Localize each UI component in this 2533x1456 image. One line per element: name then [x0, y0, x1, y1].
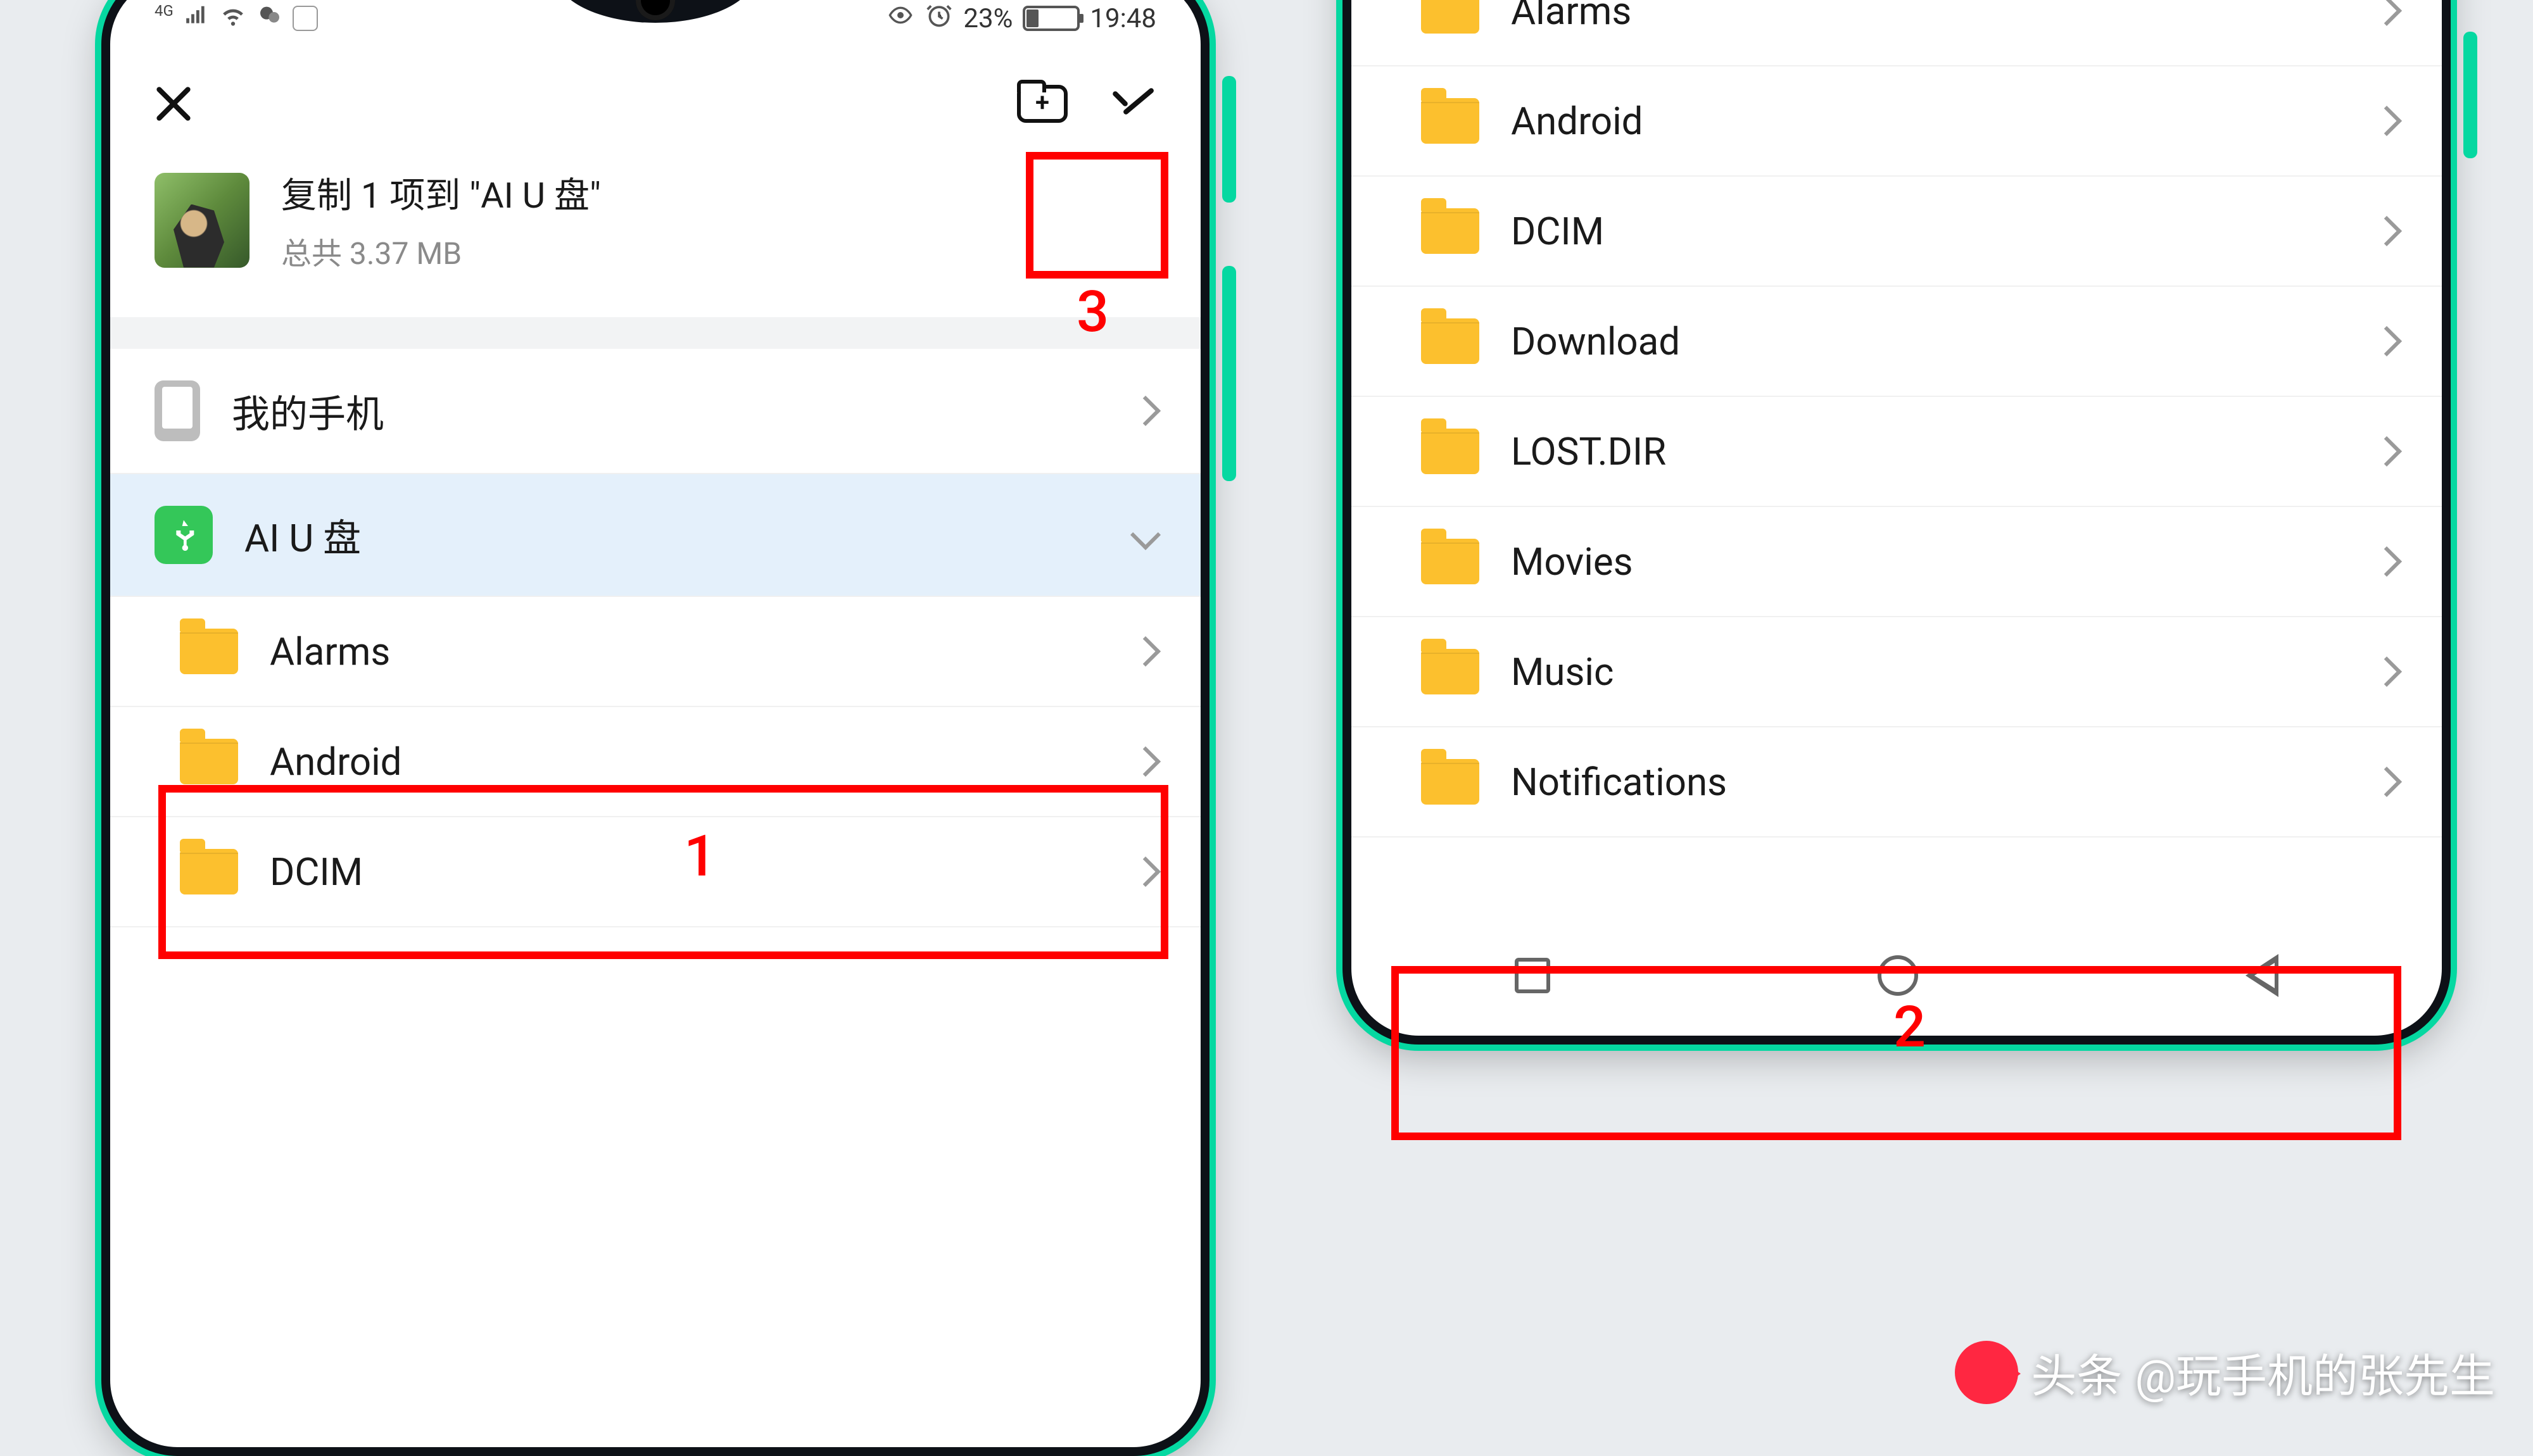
folder-label: Android	[270, 739, 402, 784]
folder-row-alarms[interactable]: Alarms	[110, 597, 1201, 707]
folder-row-movies[interactable]: Movies	[1351, 507, 2442, 617]
folder-label: LOST.DIR	[1511, 429, 1666, 474]
watermark-handle: @玩手机的张先生	[2135, 1339, 2495, 1405]
folder-icon	[1421, 318, 1479, 364]
phone-left-frame: 4G 23% 19:48	[101, 0, 1210, 1456]
folder-label: Alarms	[1511, 0, 1631, 34]
folder-label: Movies	[1511, 539, 1633, 584]
nav-home-button[interactable]	[1878, 955, 1918, 996]
folder-label: DCIM	[1511, 209, 1604, 254]
folder-icon	[1421, 649, 1479, 694]
folder-row-android[interactable]: Android	[110, 707, 1201, 817]
storage-ai-usb[interactable]: AI U 盘	[110, 474, 1201, 597]
chevron-right-icon	[2372, 326, 2402, 356]
chevron-right-icon	[2372, 436, 2402, 467]
app-indicator-icon	[293, 6, 318, 31]
new-folder-button[interactable]	[1017, 85, 1068, 123]
folder-label: DCIM	[270, 850, 363, 894]
nav-back-button[interactable]	[2246, 954, 2278, 997]
chevron-right-icon	[1130, 746, 1161, 777]
folder-icon	[180, 739, 238, 784]
folder-icon	[180, 849, 238, 894]
clock-time: 19:48	[1090, 3, 1156, 34]
folder-label: Notifications	[1511, 760, 1727, 805]
folder-icon	[1421, 759, 1479, 805]
eye-icon	[886, 3, 915, 35]
copy-subtitle: 总共 3.37 MB	[281, 229, 601, 273]
folder-label: Android	[1511, 99, 1643, 144]
folder-row-notifications[interactable]: Notifications	[1351, 727, 2442, 838]
storage-label: AI U 盘	[244, 508, 361, 563]
folder-icon	[1421, 208, 1479, 254]
nav-recent-button[interactable]	[1515, 958, 1550, 993]
copy-title: 复制 1 项到 "AI U 盘"	[281, 167, 601, 218]
alarm-icon	[925, 1, 953, 36]
chevron-right-icon	[2372, 0, 2402, 26]
folder-label: Music	[1511, 650, 1614, 694]
copy-summary: 复制 1 项到 "AI U 盘" 总共 3.37 MB	[110, 154, 1201, 317]
chevron-right-icon	[2372, 106, 2402, 136]
android-nav-bar	[1351, 934, 2442, 1017]
chevron-right-icon	[1130, 857, 1161, 887]
folder-row-dcim[interactable]: DCIM	[110, 817, 1201, 927]
storage-my-phone[interactable]: 我的手机	[110, 349, 1201, 474]
folder-row-lostdir[interactable]: LOST.DIR	[1351, 397, 2442, 507]
phone-right-frame: Alarms Android DCIM Download LOST.DIR Mo	[1342, 0, 2451, 1045]
network-indicator: 4G	[155, 2, 174, 20]
folder-icon	[1421, 98, 1479, 144]
close-button[interactable]	[155, 85, 193, 123]
file-toolbar	[110, 47, 1201, 154]
copy-item-thumbnail	[155, 173, 250, 268]
chevron-right-icon	[1130, 396, 1161, 426]
battery-icon	[1023, 6, 1080, 31]
folder-label: Alarms	[270, 629, 390, 674]
phone-storage-icon	[155, 380, 200, 441]
section-divider	[110, 317, 1201, 349]
confirm-button[interactable]	[1106, 85, 1156, 123]
chevron-down-icon	[1130, 520, 1161, 550]
phone-side-button	[1222, 76, 1236, 203]
phone-side-button	[2463, 32, 2477, 158]
folder-icon	[1421, 429, 1479, 474]
toutiao-logo-icon	[1955, 1341, 2018, 1404]
folder-icon	[180, 629, 238, 674]
phone-side-button	[1222, 266, 1236, 481]
watermark: 头条 @玩手机的张先生	[1955, 1339, 2495, 1405]
chevron-right-icon	[2372, 656, 2402, 687]
storage-label: 我的手机	[232, 384, 384, 439]
folder-label: Download	[1511, 319, 1680, 364]
folder-row-music[interactable]: Music	[1351, 617, 2442, 727]
chevron-right-icon	[2372, 767, 2402, 797]
folder-row-download[interactable]: Download	[1351, 287, 2442, 397]
folder-icon	[1421, 539, 1479, 584]
signal-icon	[184, 3, 209, 34]
folder-row-dcim[interactable]: DCIM	[1351, 177, 2442, 287]
folder-icon	[1421, 0, 1479, 34]
wifi-icon	[219, 3, 247, 34]
chevron-right-icon	[2372, 546, 2402, 577]
folder-row-alarms[interactable]: Alarms	[1351, 0, 2442, 66]
chevron-right-icon	[2372, 216, 2402, 246]
battery-pct: 23%	[963, 3, 1013, 34]
chevron-right-icon	[1130, 636, 1161, 667]
usb-icon	[155, 506, 213, 564]
watermark-brand: 头条	[2031, 1339, 2122, 1405]
wechat-indicator-icon	[257, 3, 282, 35]
folder-row-android[interactable]: Android	[1351, 66, 2442, 177]
